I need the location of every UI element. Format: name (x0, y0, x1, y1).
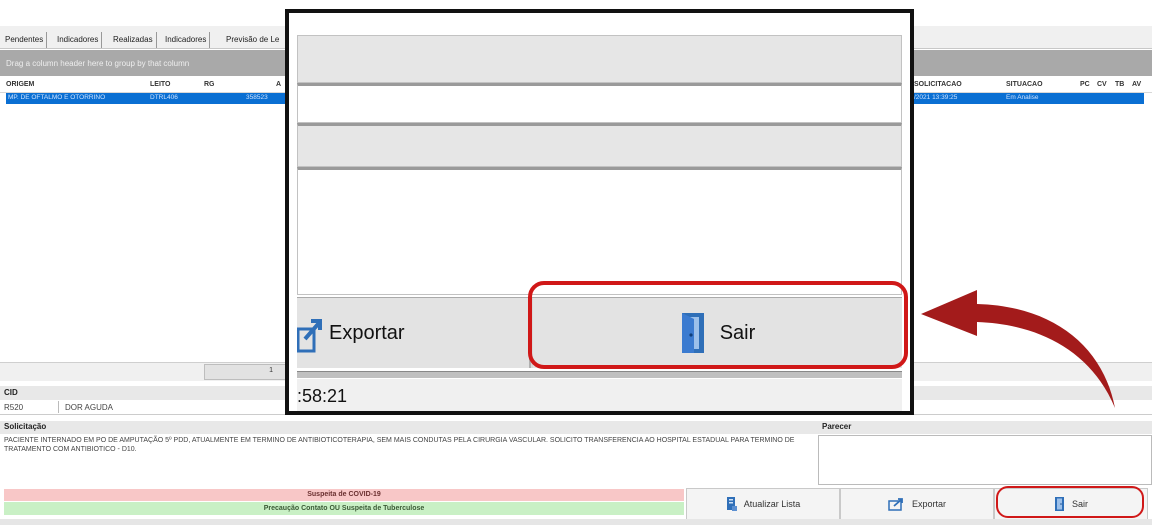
covid-alert-text: Suspeita de COVID-19 (307, 491, 381, 498)
zoom-panel-3 (297, 123, 902, 167)
zoom-panel-2 (297, 83, 902, 123)
export-icon (888, 498, 903, 511)
atualizar-lista-button[interactable]: Atualizar Lista (686, 488, 840, 520)
zoom-exportar-button[interactable]: Exportar (297, 298, 531, 368)
cell-origem: MP. DE OFTALMO E OTORRINO (8, 94, 106, 101)
cid-label: CID (4, 388, 18, 397)
cell-situacao: Em Analise (1006, 94, 1039, 101)
column-leito[interactable]: LEITO (150, 81, 170, 88)
zoom-panel-4 (297, 167, 902, 295)
column-tb[interactable]: TB (1115, 81, 1124, 88)
tab-pendentes[interactable]: Pendentes (2, 32, 48, 48)
sair-button-highlight (996, 486, 1144, 518)
cid-code: R520 (4, 403, 24, 412)
column-pc[interactable]: PC (1080, 81, 1090, 88)
solicitacao-text: PACIENTE INTERNADO EM PO DE AMPUTAÇÃO 5º… (4, 437, 795, 453)
column-cv[interactable]: CV (1097, 81, 1107, 88)
column-solicitacao[interactable]: SOLICITACAO (914, 81, 962, 88)
tab-indicadores-2[interactable]: Indicadores (162, 32, 211, 48)
cid-description-field: DOR AGUDA (58, 401, 300, 413)
zoom-exportar-label: Exportar (329, 321, 405, 344)
cell-rg: 358523 (246, 94, 268, 101)
page-indicator: 1 (204, 364, 286, 380)
cid-description: DOR AGUDA (65, 403, 114, 412)
covid-alert: Suspeita de COVID-19 (4, 489, 684, 501)
solicitacao-header: Solicitação (0, 421, 818, 434)
page-number: 1 (269, 367, 273, 374)
column-situacao[interactable]: SITUACAO (1006, 81, 1043, 88)
parecer-label: Parecer (822, 422, 852, 431)
exportar-label: Exportar (911, 499, 946, 509)
tuberculose-alert-text: Precaução Contato OU Suspeita de Tubercu… (263, 505, 425, 512)
column-origem[interactable]: ORIGEM (6, 81, 34, 88)
tab-indicadores-1[interactable]: Indicadores (54, 32, 103, 48)
atualizar-lista-label: Atualizar Lista (743, 499, 801, 509)
tab-realizadas[interactable]: Realizadas (110, 32, 157, 48)
parecer-header: Parecer (818, 421, 1152, 434)
export-icon (297, 319, 322, 353)
solicitacao-label: Solicitação (4, 422, 47, 431)
tab-previsao[interactable]: Previsão de Le (223, 32, 282, 48)
zoom-sair-highlight (528, 281, 908, 369)
status-strip (0, 519, 1152, 525)
refresh-list-icon (726, 497, 737, 511)
column-rg[interactable]: RG (204, 81, 215, 88)
zoom-panel-1 (297, 35, 902, 83)
column-av[interactable]: AV (1132, 81, 1141, 88)
tuberculose-alert: Precaução Contato OU Suspeita de Tubercu… (4, 502, 684, 515)
exportar-button[interactable]: Exportar (840, 488, 994, 520)
group-panel-hint: Drag a column header here to group by th… (6, 59, 190, 68)
zoom-separator (297, 371, 902, 378)
pointer-arrow-icon (921, 290, 1115, 408)
session-timer: :58:21 (297, 386, 348, 406)
column-a[interactable]: A (276, 81, 281, 88)
cell-solicitacao: /2021 13:39:25 (914, 94, 958, 101)
zoom-status-bar: :58:21 (297, 379, 902, 411)
cell-leito: DTRL406 (150, 94, 178, 101)
parecer-textarea[interactable] (818, 435, 1152, 485)
